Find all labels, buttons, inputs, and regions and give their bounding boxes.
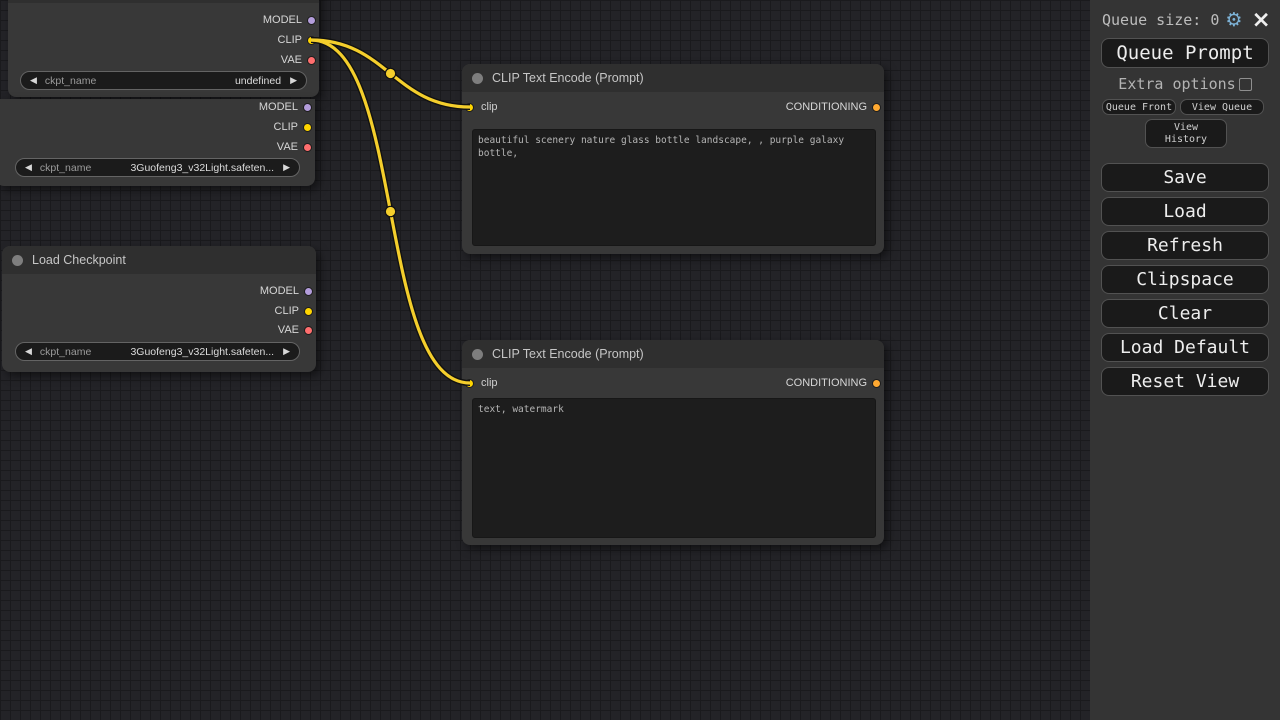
menu-header: Queue size: 0 ⚙ × (1090, 8, 1280, 32)
output-row-vae: VAE (277, 141, 312, 153)
port-label: CLIP (274, 121, 298, 133)
input-row-clip: clip (465, 101, 498, 113)
port-label: VAE (281, 54, 302, 66)
prev-value-arrow-icon[interactable]: ◀ (30, 76, 37, 86)
collapse-dot-icon[interactable] (472, 73, 483, 84)
output-row-vae: VAE (281, 54, 316, 66)
view-history-line1: View (1174, 122, 1198, 134)
conditioning-port-dot[interactable] (872, 103, 881, 112)
node-title-bar[interactable] (8, 0, 319, 3)
port-label: CONDITIONING (786, 101, 867, 113)
node-graph-canvas[interactable]: MODEL CLIP VAE ◀ ckpt_name undefined ▶ M… (0, 0, 1090, 720)
clip-text-encode-node-negative[interactable]: CLIP Text Encode (Prompt) clip CONDITION… (462, 340, 884, 545)
prev-value-arrow-icon[interactable]: ◀ (25, 163, 32, 173)
model-port-dot[interactable] (304, 287, 313, 296)
view-queue-button[interactable]: View Queue (1180, 99, 1264, 115)
prompt-textarea[interactable]: beautiful scenery nature glass bottle la… (472, 129, 876, 246)
collapse-dot-icon[interactable] (472, 349, 483, 360)
prev-value-arrow-icon[interactable]: ◀ (25, 347, 32, 357)
extra-options-label: Extra options (1118, 75, 1235, 93)
save-button[interactable]: Save (1101, 163, 1269, 192)
ckpt-name-combo-widget[interactable]: ◀ ckpt_name undefined ▶ (20, 71, 307, 90)
port-label: CONDITIONING (786, 377, 867, 389)
port-label: clip (481, 377, 498, 389)
model-port-dot[interactable] (303, 103, 312, 112)
port-label: MODEL (260, 285, 299, 297)
vae-port-dot[interactable] (307, 56, 316, 65)
queue-prompt-button[interactable]: Queue Prompt (1101, 38, 1269, 68)
queue-front-button[interactable]: Queue Front (1102, 99, 1176, 115)
settings-gear-icon[interactable]: ⚙ (1225, 11, 1242, 30)
load-default-button[interactable]: Load Default (1101, 333, 1269, 362)
next-value-arrow-icon[interactable]: ▶ (283, 347, 290, 357)
clip-link-outline (311, 40, 470, 383)
clip-port-dot[interactable] (304, 307, 313, 316)
link-midpoint-dot[interactable] (385, 68, 395, 78)
comfy-menu-panel: Queue size: 0 ⚙ × Queue Prompt Extra opt… (1090, 0, 1280, 720)
widget-value: 3Guofeng3_v32Light.safeten... (130, 162, 274, 174)
next-value-arrow-icon[interactable]: ▶ (283, 163, 290, 173)
input-row-clip: clip (465, 377, 498, 389)
view-history-line2: History (1165, 134, 1207, 146)
refresh-button[interactable]: Refresh (1101, 231, 1269, 260)
clip-port-dot[interactable] (307, 36, 316, 45)
output-row-clip: CLIP (274, 121, 312, 133)
close-icon[interactable]: × (1251, 11, 1270, 29)
port-label: CLIP (275, 305, 299, 317)
model-port-dot[interactable] (307, 16, 316, 25)
load-checkpoint-node[interactable]: Load Checkpoint MODEL CLIP VAE ◀ ckpt_na… (2, 246, 316, 372)
view-history-button[interactable]: View History (1145, 119, 1227, 148)
node-title-bar[interactable]: CLIP Text Encode (Prompt) (462, 340, 884, 368)
clip-link-outline (311, 40, 470, 107)
checkpoint-node-top[interactable]: MODEL CLIP VAE ◀ ckpt_name undefined ▶ (8, 0, 319, 97)
reset-view-button[interactable]: Reset View (1101, 367, 1269, 396)
clip-text-encode-node-positive[interactable]: CLIP Text Encode (Prompt) clip CONDITION… (462, 64, 884, 254)
node-title: CLIP Text Encode (Prompt) (492, 71, 644, 85)
output-row-clip: CLIP (278, 34, 316, 46)
output-row-model: MODEL (259, 101, 312, 113)
port-label: CLIP (278, 34, 302, 46)
extra-options-row: Extra options (1090, 76, 1280, 92)
output-row-model: MODEL (263, 14, 316, 26)
clip-link-negative[interactable] (311, 40, 470, 383)
node-title-bar[interactable]: CLIP Text Encode (Prompt) (462, 64, 884, 92)
output-row-model: MODEL (260, 285, 313, 297)
queue-size-label: Queue size: 0 (1102, 11, 1219, 29)
widget-label: ckpt_name (45, 75, 96, 87)
widget-value: undefined (235, 75, 281, 87)
port-label: clip (481, 101, 498, 113)
port-label: VAE (277, 141, 298, 153)
vae-port-dot[interactable] (304, 326, 313, 335)
widget-label: ckpt_name (40, 162, 91, 174)
port-label: VAE (278, 324, 299, 336)
load-button[interactable]: Load (1101, 197, 1269, 226)
output-row-vae: VAE (278, 324, 313, 336)
node-title: Load Checkpoint (32, 253, 126, 267)
widget-value: 3Guofeng3_v32Light.safeten... (130, 346, 274, 358)
node-title-bar[interactable]: Load Checkpoint (2, 246, 316, 274)
clip-link-positive[interactable] (311, 40, 470, 107)
vae-port-dot[interactable] (303, 143, 312, 152)
clip-input-dot[interactable] (465, 379, 474, 388)
conditioning-port-dot[interactable] (872, 379, 881, 388)
collapse-dot-icon[interactable] (12, 255, 23, 266)
prompt-textarea[interactable]: text, watermark (472, 398, 876, 538)
output-row-clip: CLIP (275, 305, 313, 317)
port-label: MODEL (263, 14, 302, 26)
widget-label: ckpt_name (40, 346, 91, 358)
extra-options-checkbox[interactable] (1239, 78, 1252, 91)
next-value-arrow-icon[interactable]: ▶ (290, 76, 297, 86)
output-row-conditioning: CONDITIONING (786, 377, 881, 389)
clip-port-dot[interactable] (303, 123, 312, 132)
port-label: MODEL (259, 101, 298, 113)
clipspace-button[interactable]: Clipspace (1101, 265, 1269, 294)
link-midpoint-dot[interactable] (385, 206, 395, 216)
clear-button[interactable]: Clear (1101, 299, 1269, 328)
output-row-conditioning: CONDITIONING (786, 101, 881, 113)
checkpoint-node-mid[interactable]: MODEL CLIP VAE ◀ ckpt_name 3Guofeng3_v32… (0, 99, 315, 186)
ckpt-name-combo-widget[interactable]: ◀ ckpt_name 3Guofeng3_v32Light.safeten..… (15, 342, 300, 361)
ckpt-name-combo-widget[interactable]: ◀ ckpt_name 3Guofeng3_v32Light.safeten..… (15, 158, 300, 177)
clip-input-dot[interactable] (465, 103, 474, 112)
node-title: CLIP Text Encode (Prompt) (492, 347, 644, 361)
